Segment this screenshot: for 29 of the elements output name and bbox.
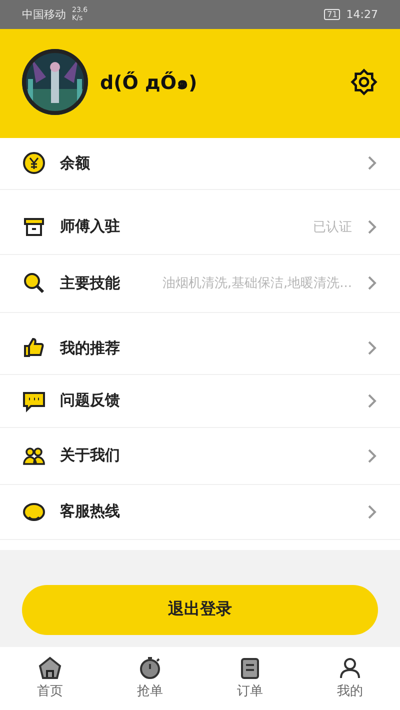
tab-label: 抢单 [137,683,163,700]
item-value: 油烟机清洗,基础保洁,地暖清洗... [162,275,352,292]
tab-item[interactable]: 我的 [300,646,400,710]
chevron-right-icon [366,340,378,356]
settings-icon[interactable] [350,68,378,96]
status-time: 14:27 [346,8,378,21]
chevron-right-icon [366,392,378,409]
battery-level: 71 [324,8,340,20]
chevron-right-icon [366,218,378,235]
search-icon [22,271,46,296]
stopwatch-icon[interactable] [138,656,162,680]
yen-icon [22,151,46,176]
tab-label: 订单 [237,683,263,700]
user-icon[interactable] [338,656,362,680]
tab-item[interactable]: 首页 [0,646,100,710]
home-icon[interactable] [38,656,62,680]
clipboard-icon[interactable] [238,656,262,680]
tab-item[interactable]: 订单 [200,646,300,710]
user-name: d(Ő дŐ๑) [100,70,198,96]
chevron-right-icon [366,275,378,292]
tab-label: 我的 [337,683,363,700]
carrier-name: 中国移动 [22,6,66,22]
chevron-right-icon [366,504,378,520]
tab-item[interactable]: 抢单 [100,646,200,710]
item-value: 已认证 [313,218,352,236]
tab-label: 首页 [37,683,63,700]
chevron-right-icon [366,155,378,172]
chevron-right-icon [366,448,378,464]
logout-button[interactable]: 退出登录 [22,584,378,635]
